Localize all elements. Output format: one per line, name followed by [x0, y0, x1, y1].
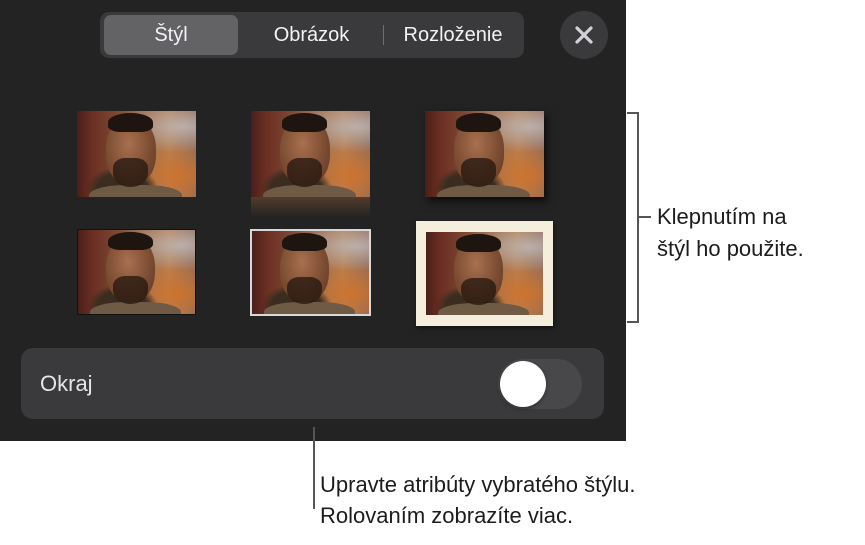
tab-divider [383, 25, 384, 45]
style-preset-cream-frame[interactable] [416, 221, 553, 326]
portrait-photo [78, 230, 195, 314]
close-icon [575, 26, 593, 44]
callout-attributes: Upravte atribúty vybratého štýlu. Rolova… [320, 470, 635, 530]
callout-bracket-tick [639, 216, 651, 218]
callout-presets: Klepnutím na štýl ho použite. [657, 202, 804, 263]
portrait-photo [251, 111, 370, 197]
style-preset-thin-dark-border[interactable] [77, 229, 196, 315]
style-preset-plain[interactable] [77, 111, 196, 197]
style-preset-shadow[interactable] [425, 111, 544, 197]
portrait-photo [252, 231, 369, 314]
border-label: Okraj [40, 371, 93, 396]
portrait-photo [426, 232, 543, 315]
style-preset-reflection[interactable] [251, 111, 370, 197]
portrait-photo [77, 111, 196, 197]
callout-bracket-bottom [627, 321, 639, 323]
format-panel: Štýl Obrázok Rozloženie Okraj [0, 0, 626, 441]
tab-layout[interactable]: Rozloženie [386, 15, 520, 55]
close-button[interactable] [560, 11, 608, 59]
photo-reflection [251, 197, 370, 217]
tab-style[interactable]: Štýl [104, 15, 238, 55]
border-setting-row: Okraj [21, 348, 604, 419]
callout-attributes-line-1: Upravte atribúty vybratého štýlu. [320, 472, 636, 497]
callout-bracket-top [627, 112, 639, 114]
border-toggle[interactable] [498, 359, 582, 409]
callout-presets-line-2: štýl ho použite. [657, 236, 804, 261]
toggle-knob [500, 361, 546, 407]
callout-line-bottom [313, 427, 315, 509]
callout-presets-line-1: Klepnutím na [657, 204, 787, 229]
portrait-photo [425, 111, 544, 197]
style-preset-thin-light-border[interactable] [250, 229, 371, 316]
tab-bar: Štýl Obrázok Rozloženie [100, 12, 524, 58]
tab-image[interactable]: Obrázok [242, 15, 381, 55]
callout-attributes-line-2: Rolovaním zobrazíte viac. [320, 503, 574, 528]
